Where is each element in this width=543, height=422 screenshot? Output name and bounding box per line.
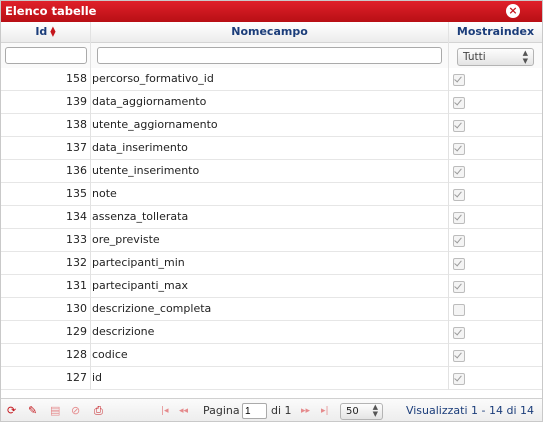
row-id: 131 bbox=[66, 279, 87, 292]
row-id: 134 bbox=[66, 210, 87, 223]
row-id: 138 bbox=[66, 118, 87, 131]
row-nomecampo: id bbox=[92, 371, 103, 384]
row-id: 130 bbox=[66, 302, 87, 315]
column-header-id-label: Id bbox=[35, 25, 48, 38]
table-row[interactable]: 129 descrizione bbox=[1, 321, 542, 344]
column-divider bbox=[90, 22, 91, 390]
mostraindex-checkbox[interactable] bbox=[453, 166, 465, 178]
table-row[interactable]: 128 codice bbox=[1, 344, 542, 367]
table-row[interactable]: 127 id bbox=[1, 367, 542, 390]
row-id: 135 bbox=[66, 187, 87, 200]
title-bar: Elenco tabelle × bbox=[1, 1, 542, 23]
row-id: 127 bbox=[66, 371, 87, 384]
record-count-info: Visualizzati 1 - 14 di 14 bbox=[405, 404, 534, 417]
table-panel: Elenco tabelle × Id ▲ ▼ Nomecampo Mostrain… bbox=[0, 0, 543, 422]
row-nomecampo: descrizione bbox=[92, 325, 155, 338]
table-row[interactable]: 138 utente_aggiornamento bbox=[1, 114, 542, 137]
mostraindex-checkbox[interactable] bbox=[453, 212, 465, 224]
prev-page-icon[interactable]: ◂◂ bbox=[179, 399, 188, 421]
rows-per-page-value: 50 bbox=[346, 406, 359, 417]
mostraindex-checkbox[interactable] bbox=[453, 143, 465, 155]
cancel-icon[interactable]: ⊘ bbox=[71, 399, 80, 421]
column-header-id[interactable]: Id ▲ ▼ bbox=[1, 22, 90, 42]
row-id: 129 bbox=[66, 325, 87, 338]
print-icon[interactable]: ⎙ bbox=[94, 399, 103, 421]
save-icon[interactable]: ▤ bbox=[50, 399, 60, 421]
mostraindex-checkbox[interactable] bbox=[453, 189, 465, 201]
select-arrows-icon: ▲ ▼ bbox=[372, 403, 378, 418]
column-header-mostraindex[interactable]: Mostraindex bbox=[449, 22, 542, 42]
column-divider bbox=[448, 22, 449, 390]
row-nomecampo: data_inserimento bbox=[92, 141, 188, 154]
mostraindex-filter-value: Tutti bbox=[463, 51, 486, 63]
table-row[interactable]: 139 data_aggiornamento bbox=[1, 91, 542, 114]
table-row[interactable]: 132 partecipanti_min bbox=[1, 252, 542, 275]
refresh-icon[interactable]: ⟳ bbox=[7, 399, 16, 421]
column-header-mostraindex-label: Mostraindex bbox=[456, 25, 535, 38]
table-row[interactable]: 136 utente_inserimento bbox=[1, 160, 542, 183]
table-row[interactable]: 131 partecipanti_max bbox=[1, 275, 542, 298]
mostraindex-checkbox[interactable] bbox=[453, 74, 465, 86]
row-id: 137 bbox=[66, 141, 87, 154]
row-nomecampo: note bbox=[92, 187, 117, 200]
row-nomecampo: percorso_formativo_id bbox=[92, 72, 214, 85]
row-nomecampo: descrizione_completa bbox=[92, 302, 212, 315]
window-title: Elenco tabelle bbox=[5, 4, 97, 18]
select-arrows-icon: ▲ ▼ bbox=[522, 49, 528, 65]
row-nomecampo: assenza_tollerata bbox=[92, 210, 189, 223]
mostraindex-checkbox[interactable] bbox=[453, 327, 465, 339]
row-nomecampo: partecipanti_min bbox=[92, 256, 185, 269]
mostraindex-checkbox[interactable] bbox=[453, 120, 465, 132]
row-id: 128 bbox=[66, 348, 87, 361]
table-row[interactable]: 133 ore_previste bbox=[1, 229, 542, 252]
page-label: Pagina bbox=[203, 404, 240, 417]
mostraindex-checkbox[interactable] bbox=[453, 350, 465, 362]
mostraindex-filter-select[interactable]: Tutti ▲ ▼ bbox=[457, 48, 534, 66]
row-nomecampo: data_aggiornamento bbox=[92, 95, 207, 108]
close-icon[interactable]: × bbox=[506, 4, 520, 18]
row-nomecampo: utente_aggiornamento bbox=[92, 118, 218, 131]
row-id: 133 bbox=[66, 233, 87, 246]
mostraindex-checkbox[interactable] bbox=[453, 258, 465, 270]
table-row[interactable]: 158 percorso_formativo_id bbox=[1, 68, 542, 91]
row-id: 158 bbox=[66, 72, 87, 85]
table-row[interactable]: 135 note bbox=[1, 183, 542, 206]
column-header-nomecampo[interactable]: Nomecampo bbox=[91, 22, 448, 42]
mostraindex-checkbox[interactable] bbox=[453, 373, 465, 385]
row-nomecampo: ore_previste bbox=[92, 233, 160, 246]
next-page-icon[interactable]: ▸▸ bbox=[301, 399, 310, 421]
table-row[interactable]: 130 descrizione_completa bbox=[1, 298, 542, 321]
row-id: 136 bbox=[66, 164, 87, 177]
pager-bar: ⟳ ✎ ▤ ⊘ ⎙ |◂ ◂◂ Pagina di 1 ▸▸ ▸| 50 ▲▼ … bbox=[1, 398, 542, 421]
page-count-label: di 1 bbox=[271, 404, 292, 417]
row-nomecampo: utente_inserimento bbox=[92, 164, 200, 177]
row-id: 139 bbox=[66, 95, 87, 108]
edit-icon[interactable]: ✎ bbox=[28, 399, 37, 421]
row-nomecampo: partecipanti_max bbox=[92, 279, 188, 292]
sort-icon: ▲ ▼ bbox=[50, 25, 56, 38]
row-nomecampo: codice bbox=[92, 348, 128, 361]
table-row[interactable]: 134 assenza_tollerata bbox=[1, 206, 542, 229]
mostraindex-checkbox[interactable] bbox=[453, 235, 465, 247]
column-header-nomecampo-label: Nomecampo bbox=[231, 25, 308, 38]
id-filter-input[interactable] bbox=[5, 47, 87, 64]
page-number-input[interactable] bbox=[242, 403, 267, 419]
table-body: 158 percorso_formativo_id 139 data_aggiorna… bbox=[1, 68, 542, 390]
row-id: 132 bbox=[66, 256, 87, 269]
column-header-row: Id ▲ ▼ Nomecampo Mostraindex bbox=[1, 22, 542, 43]
mostraindex-checkbox[interactable] bbox=[453, 97, 465, 109]
first-page-icon[interactable]: |◂ bbox=[161, 399, 169, 421]
rows-per-page-select[interactable]: 50 ▲ ▼ bbox=[340, 403, 383, 420]
nomecampo-filter-input[interactable] bbox=[97, 47, 442, 64]
mostraindex-checkbox[interactable] bbox=[453, 281, 465, 293]
mostraindex-checkbox[interactable] bbox=[453, 304, 465, 316]
table-row[interactable]: 137 data_inserimento bbox=[1, 137, 542, 160]
last-page-icon[interactable]: ▸| bbox=[321, 399, 329, 421]
